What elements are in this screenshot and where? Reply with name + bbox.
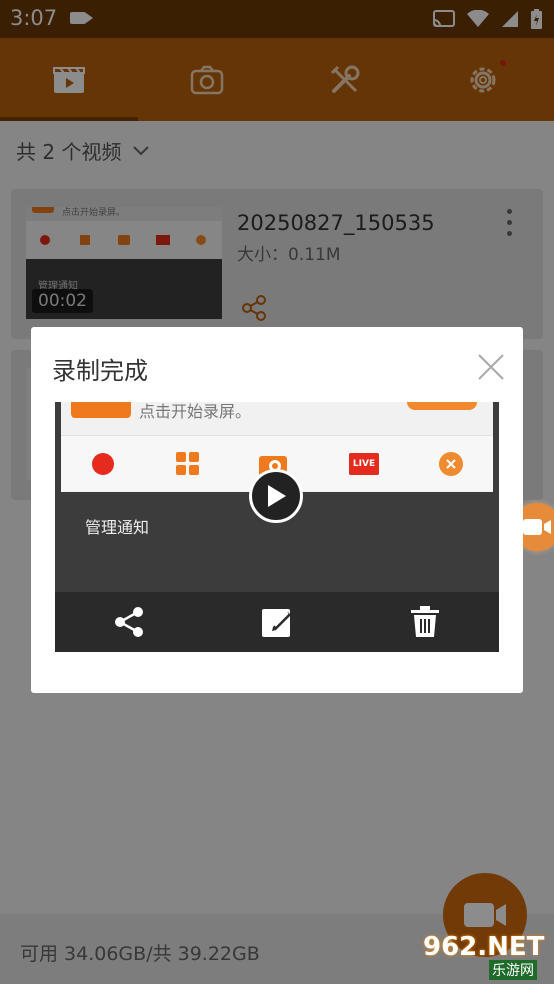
grid-icon — [176, 452, 199, 475]
preview-hint-text: 点击开始录屏。 — [139, 402, 252, 421]
video-camera-icon — [523, 519, 551, 535]
video-preview[interactable]: 点击开始录屏。 LIVE 管理通知 — [55, 402, 499, 652]
watermark-brand: 962.NET — [423, 932, 545, 962]
edit-icon — [262, 609, 291, 637]
share-button[interactable] — [111, 604, 147, 640]
close-circle-icon — [439, 452, 463, 476]
watermark-sub: 乐游网 — [489, 960, 537, 980]
play-button[interactable] — [249, 469, 303, 523]
preview-start-pill — [407, 402, 477, 410]
preview-app-icon — [71, 402, 131, 418]
dialog-title: 录制完成 — [52, 357, 148, 385]
preview-notice-text: 管理通知 — [85, 518, 150, 537]
edit-button[interactable] — [259, 604, 295, 640]
preview-action-bar — [55, 592, 499, 652]
close-icon[interactable] — [477, 353, 505, 381]
delete-button[interactable] — [407, 604, 443, 640]
live-badge-text: LIVE — [352, 459, 376, 469]
live-icon: LIVE — [349, 453, 379, 475]
site-watermark: 962.NET 乐游网 — [415, 932, 549, 980]
record-dot-icon — [92, 453, 114, 475]
trash-icon — [411, 606, 439, 637]
play-icon — [268, 485, 286, 507]
recording-complete-dialog: 录制完成 点击开始录屏。 LIVE 管理通知 — [31, 327, 523, 693]
share-icon — [115, 607, 143, 637]
